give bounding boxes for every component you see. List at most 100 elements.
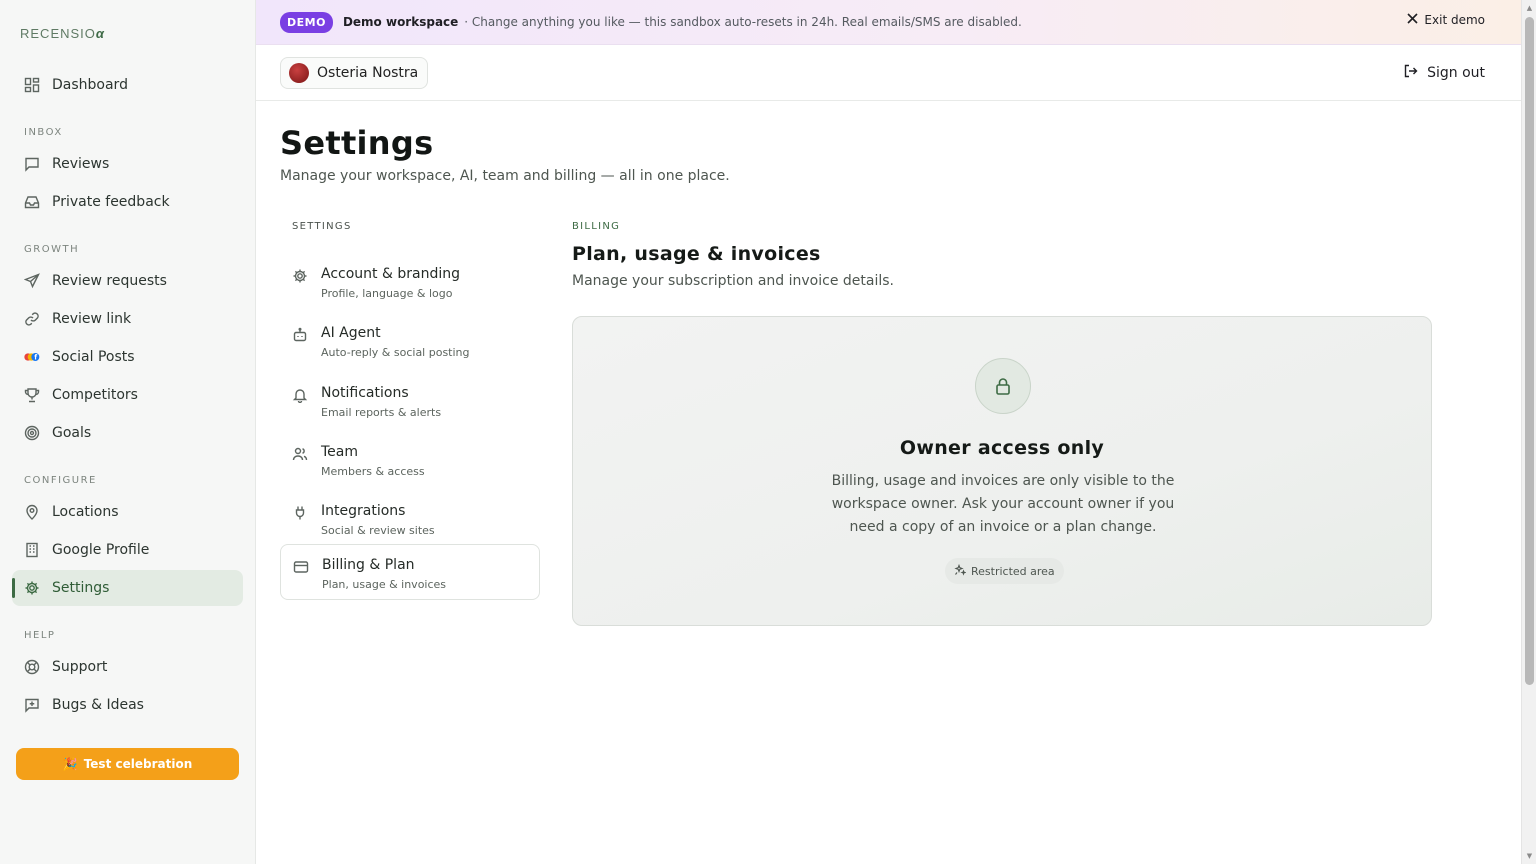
gear-icon: [292, 268, 308, 284]
settings-nav-title: AI Agent: [321, 325, 381, 341]
sidebar-item-locations[interactable]: Locations: [12, 494, 243, 530]
test-celebration-button[interactable]: 🎉 Test celebration: [16, 748, 239, 780]
sidebar-item-support[interactable]: Support: [12, 649, 243, 685]
top-bar: Osteria Nostra Sign out: [256, 45, 1521, 101]
location-avatar: [289, 63, 309, 83]
section-eyebrow: BILLING: [572, 221, 621, 232]
page-title: Settings: [280, 124, 434, 162]
sidebar-item-bugs-ideas[interactable]: Bugs & Ideas: [12, 687, 243, 723]
exit-demo-button[interactable]: Exit demo: [1407, 13, 1485, 27]
scroll-down-arrow-icon[interactable]: ▼: [1525, 852, 1534, 860]
sidebar-item-competitors[interactable]: Competitors: [12, 377, 243, 413]
restricted-label: Restricted area: [971, 564, 1055, 578]
sidebar-section-help: HELP: [24, 630, 56, 641]
sidebar: RECENSIOα Dashboard INBOX Reviews Privat…: [0, 0, 256, 864]
sidebar-item-reviews[interactable]: Reviews: [12, 146, 243, 182]
trophy-icon: [24, 387, 40, 403]
settings-nav-title: Notifications: [321, 385, 409, 401]
inbox-icon: [24, 194, 40, 210]
demo-banner: DEMO Demo workspace · Change anything yo…: [256, 0, 1521, 45]
settings-nav-title: Account & branding: [321, 266, 460, 282]
sidebar-item-label: Social Posts: [52, 349, 135, 365]
sidebar-item-goals[interactable]: Goals: [12, 415, 243, 451]
sidebar-item-label: Reviews: [52, 156, 110, 172]
section-subtitle: Manage your subscription and invoice det…: [572, 273, 894, 289]
settings-nav-subtitle: Profile, language & logo: [321, 287, 453, 300]
settings-nav-billing-plan[interactable]: Billing & Plan Plan, usage & invoices: [280, 544, 540, 600]
target-icon: [24, 425, 40, 441]
sidebar-item-label: Private feedback: [52, 194, 170, 210]
life-buoy-icon: [24, 659, 40, 675]
sidebar-item-label: Settings: [52, 580, 110, 596]
message-square-icon: [24, 156, 40, 172]
sign-out-label: Sign out: [1427, 65, 1485, 81]
close-icon: [1407, 13, 1418, 27]
sidebar-item-label: Locations: [52, 504, 119, 520]
sidebar-item-label: Competitors: [52, 387, 138, 403]
settings-nav-title: Integrations: [321, 503, 406, 519]
settings-nav-account-branding[interactable]: Account & branding Profile, language & l…: [280, 254, 540, 310]
credit-card-icon: [293, 559, 309, 575]
bell-icon: [292, 387, 308, 404]
sidebar-item-review-requests[interactable]: Review requests: [12, 263, 243, 299]
sparkles-icon: [954, 563, 967, 579]
scrollbar-thumb[interactable]: [1525, 17, 1534, 685]
settings-nav-team[interactable]: Team Members & access: [280, 432, 540, 488]
party-icon: 🎉: [62, 757, 78, 771]
card-title: Owner access only: [899, 437, 1105, 459]
log-out-icon: [1403, 63, 1419, 83]
scrollbar[interactable]: ▲ ▼: [1521, 0, 1536, 864]
settings-nav-subtitle: Email reports & alerts: [321, 406, 442, 419]
sidebar-item-label: Review link: [52, 311, 132, 327]
scroll-up-arrow-icon[interactable]: ▲: [1525, 4, 1534, 12]
sidebar-section-configure: CONFIGURE: [24, 475, 97, 486]
settings-nav-title: Team: [321, 444, 359, 460]
svg-text:f: f: [34, 354, 37, 362]
sidebar-item-label: Support: [52, 659, 108, 675]
message-plus-icon: [24, 697, 40, 713]
settings-nav-subtitle: Social & review sites: [321, 524, 435, 537]
plug-icon: [292, 505, 308, 521]
sidebar-item-label: Bugs & Ideas: [52, 697, 144, 713]
settings-nav-subtitle: Auto-reply & social posting: [321, 346, 470, 359]
sidebar-section-inbox: INBOX: [24, 127, 63, 138]
section-title: Plan, usage & invoices: [572, 243, 821, 265]
settings-nav-notifications[interactable]: Notifications Email reports & alerts: [280, 373, 540, 429]
demo-message: · Change anything you like — this sandbo…: [464, 15, 1022, 29]
sidebar-item-label: Google Profile: [52, 542, 150, 558]
social-networks-icon: f: [24, 349, 40, 365]
test-celebration-label: Test celebration: [83, 757, 193, 771]
demo-badge: DEMO: [280, 11, 333, 33]
sign-out-button[interactable]: Sign out: [1403, 63, 1485, 83]
page-subtitle: Manage your workspace, AI, team and bill…: [280, 168, 730, 184]
sidebar-item-google-profile[interactable]: Google Profile: [12, 532, 243, 568]
sidebar-item-dashboard[interactable]: Dashboard: [12, 67, 243, 103]
restricted-badge: Restricted area: [945, 558, 1064, 584]
sidebar-item-label: Review requests: [52, 273, 167, 289]
bot-icon: [292, 327, 308, 343]
send-icon: [24, 273, 40, 289]
sidebar-item-settings[interactable]: Settings: [12, 570, 243, 606]
location-name: Osteria Nostra: [317, 65, 419, 81]
sidebar-item-label: Dashboard: [52, 77, 128, 93]
dashboard-icon: [24, 77, 40, 93]
brand-name: RECENSIO: [20, 26, 96, 41]
sidebar-item-label: Goals: [52, 425, 92, 441]
location-switcher[interactable]: Osteria Nostra: [280, 57, 429, 89]
gear-icon: [24, 580, 40, 596]
brand-logo[interactable]: RECENSIOα: [20, 26, 105, 41]
settings-nav-integrations[interactable]: Integrations Social & review sites: [280, 491, 540, 547]
settings-nav-subtitle: Members & access: [321, 465, 425, 478]
settings-nav-title: Billing & Plan: [322, 557, 415, 573]
sidebar-section-growth: GROWTH: [24, 244, 80, 255]
sidebar-item-private-feedback[interactable]: Private feedback: [12, 184, 243, 220]
lock-icon: [975, 358, 1031, 414]
settings-nav-ai-agent[interactable]: AI Agent Auto-reply & social posting: [280, 313, 540, 369]
map-pin-icon: [24, 504, 40, 520]
exit-demo-label: Exit demo: [1424, 13, 1485, 27]
link-icon: [24, 311, 40, 327]
owner-access-card: Owner access only Billing, usage and inv…: [572, 316, 1432, 626]
users-icon: [292, 446, 308, 462]
sidebar-item-social-posts[interactable]: f Social Posts: [12, 339, 243, 375]
sidebar-item-review-link[interactable]: Review link: [12, 301, 243, 337]
